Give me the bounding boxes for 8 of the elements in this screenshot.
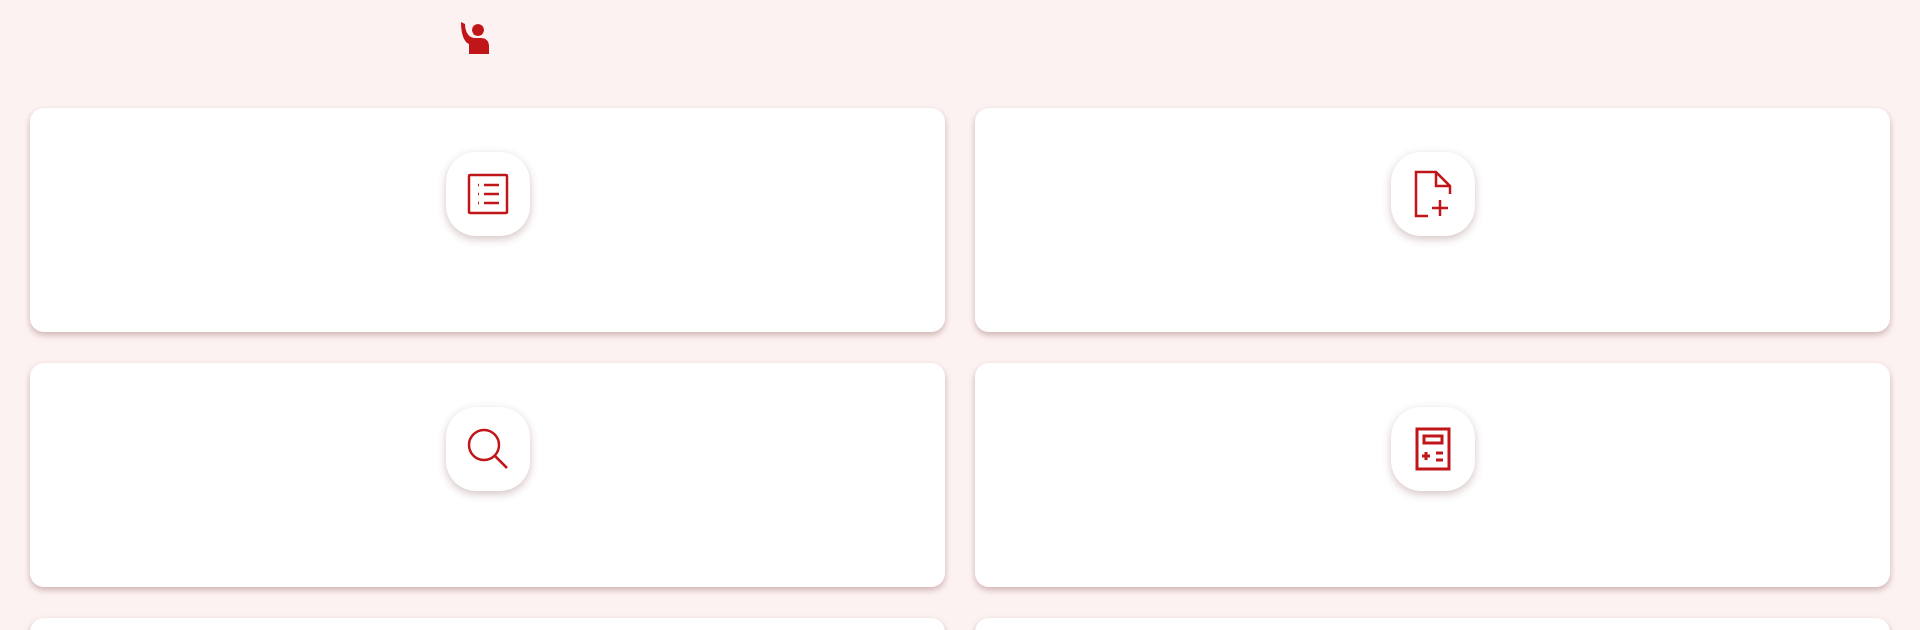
menu-card[interactable] <box>30 363 945 587</box>
menu-card[interactable] <box>975 108 1890 332</box>
menu-card[interactable] <box>30 108 945 332</box>
calculator-icon <box>1414 427 1451 471</box>
document-plus-icon <box>1413 170 1452 218</box>
list-icon <box>466 173 509 215</box>
menu-card[interactable] <box>975 363 1890 587</box>
search-icon <box>466 428 509 470</box>
